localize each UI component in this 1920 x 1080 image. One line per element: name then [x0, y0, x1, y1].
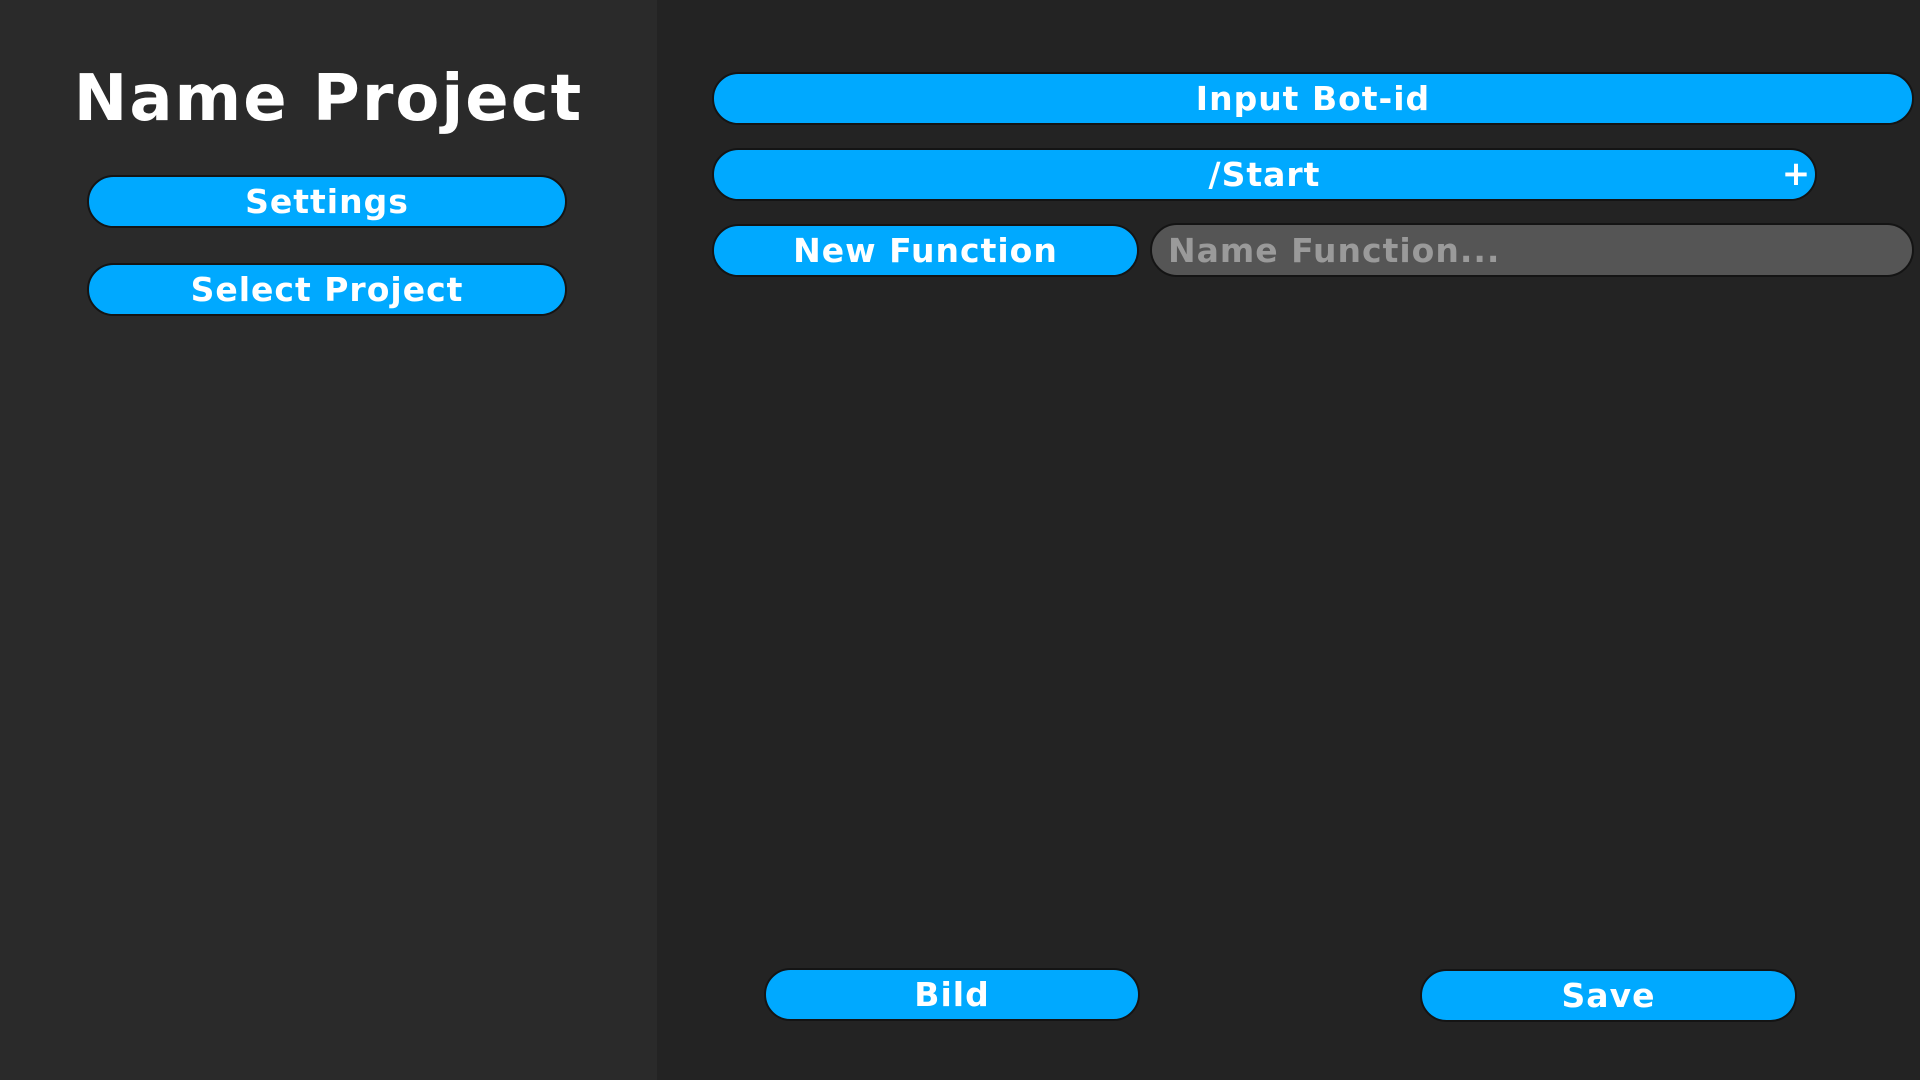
app-window: Name Project Settings Select Project Inp…: [0, 0, 1920, 1080]
project-title: Name Project: [73, 62, 584, 136]
save-button[interactable]: Save: [1420, 969, 1797, 1022]
sidebar: Name Project Settings Select Project: [0, 0, 657, 1080]
function-name-input[interactable]: [1150, 223, 1914, 277]
add-command-button[interactable]: +: [1776, 154, 1816, 194]
settings-button[interactable]: Settings: [87, 175, 567, 228]
select-project-button[interactable]: Select Project: [87, 263, 567, 316]
bot-id-input-button[interactable]: Input Bot-id: [712, 72, 1914, 125]
editor-panel: Input Bot-id /Start + New Function Bild …: [657, 0, 1920, 1080]
command-start-button[interactable]: /Start: [712, 148, 1817, 201]
build-button[interactable]: Bild: [764, 968, 1140, 1021]
new-function-button[interactable]: New Function: [712, 224, 1139, 277]
